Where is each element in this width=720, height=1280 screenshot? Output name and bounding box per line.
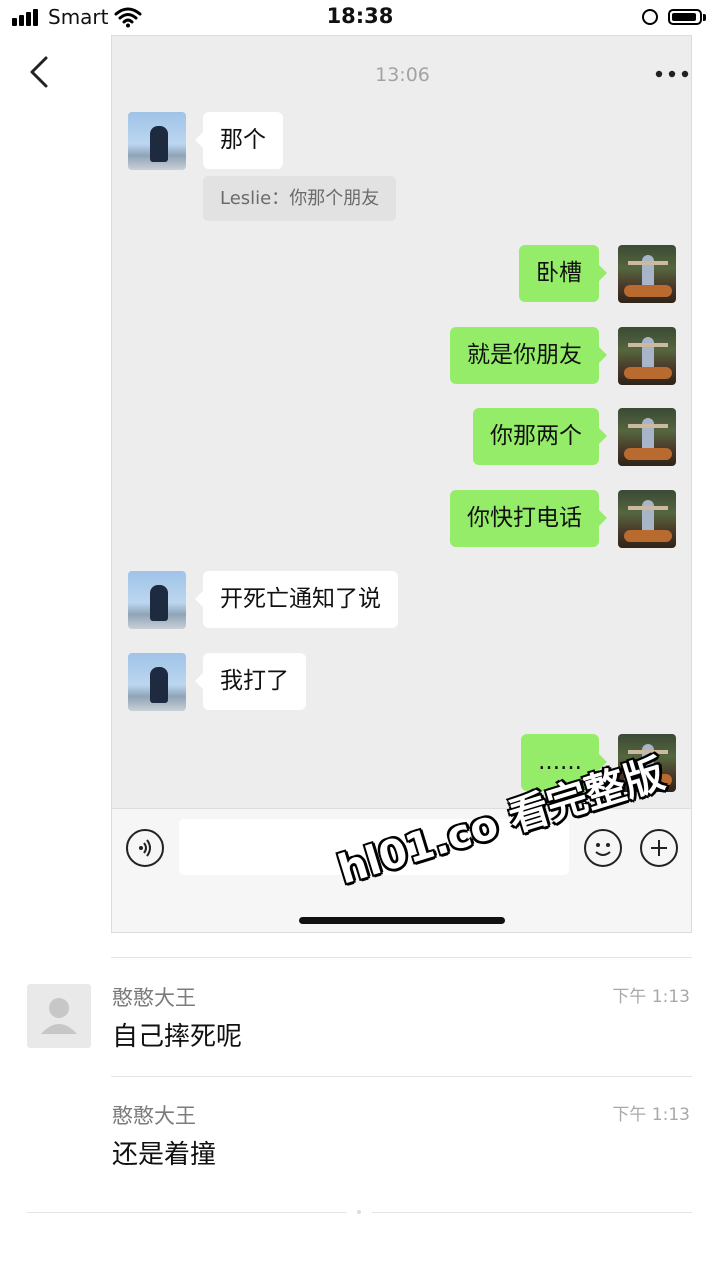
back-button[interactable] [22, 52, 62, 92]
comment-time: 下午 1:13 [612, 1105, 690, 1125]
avatar[interactable] [618, 408, 676, 466]
clock: 18:38 [326, 4, 394, 28]
divider [111, 1076, 692, 1077]
comment-text: 还是着撞 [112, 1140, 217, 1170]
message-bubble: 你那两个 [473, 408, 607, 465]
divider [111, 957, 692, 958]
avatar[interactable] [27, 984, 91, 1048]
emoji-icon[interactable] [584, 829, 622, 867]
orientation-lock-icon [642, 9, 658, 25]
comment-time: 下午 1:13 [612, 987, 690, 1007]
message-bubble: 你快打电话 [450, 490, 607, 547]
quoted-message: Leslie：你那个朋友 [203, 176, 397, 221]
comment-author[interactable]: 憨憨大王 [112, 982, 196, 1012]
voice-icon[interactable] [126, 829, 164, 867]
message-bubble: 开死亡通知了说 [195, 571, 398, 628]
message-bubble: 我打了 [195, 653, 306, 710]
avatar[interactable] [618, 245, 676, 303]
message-bubble: 就是你朋友 [450, 327, 607, 384]
divider [27, 1212, 347, 1213]
avatar[interactable] [128, 112, 186, 170]
message-bubble: 卧槽 [519, 245, 607, 302]
plus-icon[interactable] [640, 829, 678, 867]
comment-author[interactable]: 憨憨大王 [112, 1100, 196, 1130]
chat-timestamp: 13:06 [375, 64, 430, 86]
home-indicator [299, 917, 505, 924]
avatar[interactable] [618, 327, 676, 385]
divider [372, 1212, 692, 1213]
battery-icon [668, 9, 702, 25]
status-bar: Smart 18:38 [0, 0, 720, 36]
end-dot [357, 1210, 361, 1214]
avatar[interactable] [128, 653, 186, 711]
message-bubble: 那个 [195, 112, 283, 169]
avatar[interactable] [618, 490, 676, 548]
default-avatar-icon [41, 998, 77, 1034]
battery-tip [703, 14, 706, 21]
avatar[interactable] [128, 571, 186, 629]
more-icon[interactable] [655, 70, 689, 78]
comment-text: 自己摔死呢 [112, 1022, 243, 1052]
